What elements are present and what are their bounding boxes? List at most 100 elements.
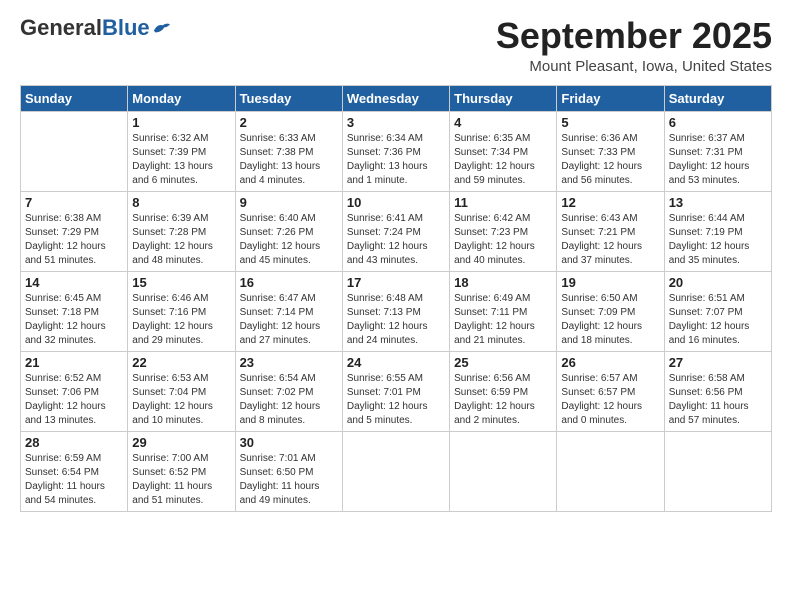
table-row: 27 Sunrise: 6:58 AM Sunset: 6:56 PM Dayli… — [664, 351, 771, 431]
table-row: 9Sunrise: 6:40 AM Sunset: 7:26 PM Daylig… — [235, 191, 342, 271]
day-number: 6 — [669, 115, 767, 130]
day-info: Sunrise: 6:32 AM Sunset: 7:39 PM Dayligh… — [132, 132, 230, 188]
table-row: 21 Sunrise: 6:52 AM Sunset: 7:06 PM Dayli… — [21, 351, 128, 431]
day-info: Sunrise: 6:46 AM Sunset: 7:16 PM Dayligh… — [132, 292, 230, 348]
day-number: 12 — [561, 195, 659, 210]
table-row: 28 Sunrise: 6:59 AM Sunset: 6:54 PM Dayli… — [21, 431, 128, 511]
col-wednesday: Wednesday — [342, 85, 449, 111]
day-info: Sunrise: 6:49 AM Sunset: 7:11 PM Dayligh… — [454, 292, 552, 348]
day-info: Sunrise: 6:37 AM Sunset: 7:31 PM Dayligh… — [669, 132, 767, 188]
day-info: Sunrise: 6:50 AM Sunset: 7:09 PM Dayligh… — [561, 292, 659, 348]
day-number: 8 — [132, 195, 230, 210]
day-info: Sunrise: 6:54 AM Sunset: 7:02 PM Dayligh… — [240, 372, 338, 428]
day-info: Sunrise: 6:51 AM Sunset: 7:07 PM Dayligh… — [669, 292, 767, 348]
day-number: 18 — [454, 275, 552, 290]
col-monday: Monday — [128, 85, 235, 111]
table-row: 29 Sunrise: 7:00 AM Sunset: 6:52 PM Dayli… — [128, 431, 235, 511]
day-number: 26 — [561, 355, 659, 370]
day-info: Sunrise: 6:53 AM Sunset: 7:04 PM Dayligh… — [132, 372, 230, 428]
month-title: September 2025 — [496, 16, 772, 56]
page: GeneralBlue September 2025 Mount Pleasan… — [0, 0, 792, 612]
day-number: 23 — [240, 355, 338, 370]
table-row: 1 Sunrise: 6:32 AM Sunset: 7:39 PM Daylig… — [128, 111, 235, 191]
table-row: 6 Sunrise: 6:37 AM Sunset: 7:31 PM Daylig… — [664, 111, 771, 191]
day-info: Sunrise: 6:48 AM Sunset: 7:13 PM Dayligh… — [347, 292, 445, 348]
day-info: Sunrise: 6:35 AM Sunset: 7:34 PM Dayligh… — [454, 132, 552, 188]
table-row: 17 Sunrise: 6:48 AM Sunset: 7:13 PM Dayli… — [342, 271, 449, 351]
bird-icon — [152, 21, 170, 35]
day-number: 4 — [454, 115, 552, 130]
calendar-week-5: 28 Sunrise: 6:59 AM Sunset: 6:54 PM Dayli… — [21, 431, 772, 511]
table-row: 20 Sunrise: 6:51 AM Sunset: 7:07 PM Dayli… — [664, 271, 771, 351]
day-info: Sunrise: 6:39 AM Sunset: 7:28 PM Dayligh… — [132, 212, 230, 268]
table-row — [21, 111, 128, 191]
day-info: Sunrise: 7:00 AM Sunset: 6:52 PM Dayligh… — [132, 452, 230, 508]
table-row: 23 Sunrise: 6:54 AM Sunset: 7:02 PM Dayli… — [235, 351, 342, 431]
day-info: Sunrise: 6:34 AM Sunset: 7:36 PM Dayligh… — [347, 132, 445, 188]
table-row: 30 Sunrise: 7:01 AM Sunset: 6:50 PM Dayli… — [235, 431, 342, 511]
day-number: 1 — [132, 115, 230, 130]
calendar-header-row: Sunday Monday Tuesday Wednesday Thursday… — [21, 85, 772, 111]
table-row: 11Sunrise: 6:42 AM Sunset: 7:23 PM Dayli… — [450, 191, 557, 271]
day-info: Sunrise: 6:44 AM Sunset: 7:19 PM Dayligh… — [669, 212, 767, 268]
day-info: Sunrise: 6:42 AM Sunset: 7:23 PM Dayligh… — [454, 212, 552, 268]
day-number: 13 — [669, 195, 767, 210]
day-number: 19 — [561, 275, 659, 290]
day-number: 28 — [25, 435, 123, 450]
col-sunday: Sunday — [21, 85, 128, 111]
table-row: 25Sunrise: 6:56 AM Sunset: 6:59 PM Dayli… — [450, 351, 557, 431]
day-info: Sunrise: 6:43 AM Sunset: 7:21 PM Dayligh… — [561, 212, 659, 268]
day-number: 21 — [25, 355, 123, 370]
day-number: 14 — [25, 275, 123, 290]
table-row: 5Sunrise: 6:36 AM Sunset: 7:33 PM Daylig… — [557, 111, 664, 191]
table-row: 8 Sunrise: 6:39 AM Sunset: 7:28 PM Daylig… — [128, 191, 235, 271]
calendar-week-1: 1 Sunrise: 6:32 AM Sunset: 7:39 PM Daylig… — [21, 111, 772, 191]
table-row: 14 Sunrise: 6:45 AM Sunset: 7:18 PM Dayli… — [21, 271, 128, 351]
day-number: 3 — [347, 115, 445, 130]
day-info: Sunrise: 6:58 AM Sunset: 6:56 PM Dayligh… — [669, 372, 767, 428]
table-row: 3 Sunrise: 6:34 AM Sunset: 7:36 PM Daylig… — [342, 111, 449, 191]
table-row — [664, 431, 771, 511]
day-number: 20 — [669, 275, 767, 290]
col-thursday: Thursday — [450, 85, 557, 111]
col-friday: Friday — [557, 85, 664, 111]
day-info: Sunrise: 6:36 AM Sunset: 7:33 PM Dayligh… — [561, 132, 659, 188]
logo-blue: Blue — [102, 15, 150, 40]
calendar-body: 1 Sunrise: 6:32 AM Sunset: 7:39 PM Daylig… — [21, 111, 772, 511]
table-row: 13 Sunrise: 6:44 AM Sunset: 7:19 PM Dayli… — [664, 191, 771, 271]
table-row: 2Sunrise: 6:33 AM Sunset: 7:38 PM Daylig… — [235, 111, 342, 191]
day-number: 29 — [132, 435, 230, 450]
header: GeneralBlue September 2025 Mount Pleasan… — [20, 16, 772, 75]
logo: GeneralBlue — [20, 16, 170, 40]
day-info: Sunrise: 6:52 AM Sunset: 7:06 PM Dayligh… — [25, 372, 123, 428]
table-row: 10Sunrise: 6:41 AM Sunset: 7:24 PM Dayli… — [342, 191, 449, 271]
table-row: 7 Sunrise: 6:38 AM Sunset: 7:29 PM Daylig… — [21, 191, 128, 271]
day-info: Sunrise: 6:33 AM Sunset: 7:38 PM Dayligh… — [240, 132, 338, 188]
col-saturday: Saturday — [664, 85, 771, 111]
table-row: 18 Sunrise: 6:49 AM Sunset: 7:11 PM Dayli… — [450, 271, 557, 351]
day-number: 17 — [347, 275, 445, 290]
day-info: Sunrise: 6:45 AM Sunset: 7:18 PM Dayligh… — [25, 292, 123, 348]
table-row — [342, 431, 449, 511]
day-number: 10 — [347, 195, 445, 210]
day-number: 24 — [347, 355, 445, 370]
table-row: 22 Sunrise: 6:53 AM Sunset: 7:04 PM Dayli… — [128, 351, 235, 431]
day-info: Sunrise: 6:56 AM Sunset: 6:59 PM Dayligh… — [454, 372, 552, 428]
calendar-week-3: 14 Sunrise: 6:45 AM Sunset: 7:18 PM Dayli… — [21, 271, 772, 351]
table-row: 4 Sunrise: 6:35 AM Sunset: 7:34 PM Daylig… — [450, 111, 557, 191]
calendar: Sunday Monday Tuesday Wednesday Thursday… — [20, 85, 772, 512]
table-row: 12 Sunrise: 6:43 AM Sunset: 7:21 PM Dayli… — [557, 191, 664, 271]
day-info: Sunrise: 7:01 AM Sunset: 6:50 PM Dayligh… — [240, 452, 338, 508]
table-row — [450, 431, 557, 511]
day-number: 7 — [25, 195, 123, 210]
day-number: 27 — [669, 355, 767, 370]
table-row: 26Sunrise: 6:57 AM Sunset: 6:57 PM Dayli… — [557, 351, 664, 431]
day-number: 22 — [132, 355, 230, 370]
day-number: 30 — [240, 435, 338, 450]
day-info: Sunrise: 6:38 AM Sunset: 7:29 PM Dayligh… — [25, 212, 123, 268]
day-number: 16 — [240, 275, 338, 290]
table-row — [557, 431, 664, 511]
table-row: 24 Sunrise: 6:55 AM Sunset: 7:01 PM Dayli… — [342, 351, 449, 431]
day-info: Sunrise: 6:55 AM Sunset: 7:01 PM Dayligh… — [347, 372, 445, 428]
day-info: Sunrise: 6:59 AM Sunset: 6:54 PM Dayligh… — [25, 452, 123, 508]
